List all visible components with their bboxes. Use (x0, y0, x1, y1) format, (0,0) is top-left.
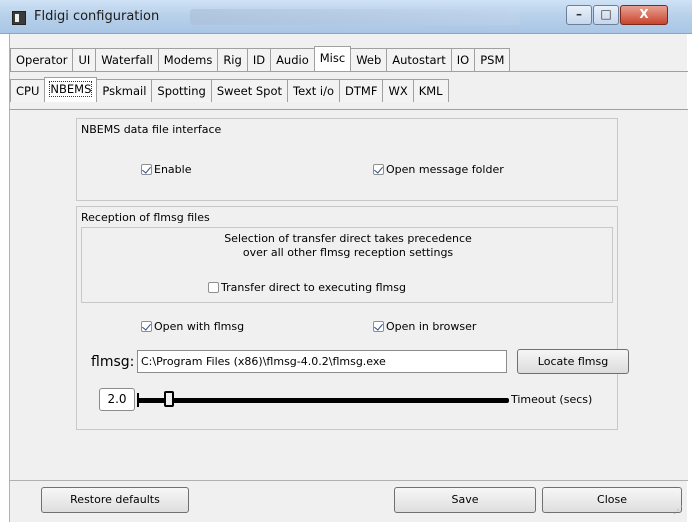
tab-ui[interactable]: UI (72, 48, 97, 71)
window-title: Fldigi configuration (34, 9, 160, 24)
open-in-browser-label: Open in browser (386, 320, 477, 333)
timeout-slider-track (137, 398, 509, 403)
app-icon (12, 11, 26, 25)
subtab-label: WX (388, 84, 408, 98)
tab-label: Autostart (392, 53, 446, 67)
tab-label: PSM (480, 53, 505, 67)
transfer-direct-checkbox[interactable]: Transfer direct to executing flmsg (208, 281, 406, 294)
reception-group-title: Reception of flmsg files (81, 211, 210, 224)
close-button[interactable]: Close (542, 487, 682, 513)
dialog-body: Operator UI Waterfall Modems Rig ID Audio Misc W… (9, 34, 688, 522)
tab-label: Waterfall (101, 53, 153, 67)
maximize-button[interactable]: □ (593, 5, 619, 25)
tab-psm[interactable]: PSM (474, 48, 511, 71)
tab-label: Audio (276, 53, 309, 67)
title-blur-area (190, 9, 520, 25)
transfer-direct-box[interactable] (208, 282, 219, 293)
tab-content-nbems: NBEMS data file interface Enable Open me… (10, 109, 688, 481)
save-button[interactable]: Save (394, 487, 536, 513)
subtab-kml[interactable]: KML (412, 79, 449, 102)
open-message-folder-checkbox[interactable]: Open message folder (373, 163, 504, 176)
subtab-spotting[interactable]: Spotting (151, 79, 212, 102)
open-in-browser-checkbox[interactable]: Open in browser (373, 320, 476, 333)
tab-label: IO (456, 53, 470, 67)
enable-checkbox-box[interactable] (141, 164, 152, 175)
nbems-group-title: NBEMS data file interface (81, 123, 222, 136)
minimize-button[interactable]: – (566, 5, 592, 25)
subtab-label: Sweet Spot (216, 84, 283, 98)
tab-waterfall[interactable]: Waterfall (95, 48, 159, 71)
flmsg-path-input[interactable]: C:\Program Files (x86)\flmsg-4.0.2\flmsg… (137, 350, 507, 373)
open-message-folder-box[interactable] (373, 164, 384, 175)
tab-misc[interactable]: Misc (313, 46, 352, 71)
transfer-direct-subgroup: Selection of transfer direct takes prece… (81, 227, 613, 303)
open-with-flmsg-label: Open with flmsg (154, 320, 245, 333)
timeout-value-input[interactable]: 2.0 (99, 388, 135, 411)
timeout-slider-thumb[interactable] (164, 391, 175, 407)
subtab-dtmf[interactable]: DTMF (339, 79, 384, 102)
subtab-label: Text i/o (293, 84, 335, 98)
restore-defaults-button[interactable]: Restore defaults (41, 487, 189, 513)
subtab-label: Pskmail (102, 84, 147, 98)
close-icon: X (639, 7, 649, 21)
resize-grip-icon[interactable]: ⋰ (673, 505, 683, 516)
nbems-group: NBEMS data file interface Enable Open me… (76, 118, 618, 201)
timeout-slider[interactable] (137, 389, 509, 411)
flmsg-path-label: flmsg: (91, 354, 135, 370)
tab-label: Modems (163, 53, 213, 67)
subtab-text-i-o[interactable]: Text i/o (287, 79, 341, 102)
main-tab-divider (10, 71, 688, 72)
tab-id[interactable]: ID (246, 48, 272, 71)
tab-label: UI (78, 53, 91, 67)
tab-web[interactable]: Web (350, 48, 388, 71)
timeout-label: Timeout (secs) (511, 393, 593, 406)
minimize-icon: – (576, 7, 582, 21)
reception-group: Reception of flmsg files Selection of tr… (76, 206, 629, 430)
slider-left-stop (137, 393, 139, 407)
enable-checkbox[interactable]: Enable (141, 163, 191, 176)
sub-tab-row: CPU NBEMS Pskmail Spotting Sweet Spot Text i/… (10, 77, 449, 102)
subtab-nbems[interactable]: NBEMS (44, 77, 98, 102)
tab-label: Misc (319, 51, 346, 65)
subtab-label: Spotting (157, 84, 206, 98)
subtab-wx[interactable]: WX (382, 79, 414, 102)
tab-operator[interactable]: Operator (10, 48, 74, 71)
tab-autostart[interactable]: Autostart (386, 48, 452, 71)
subtab-label: NBEMS (49, 81, 93, 97)
transfer-note-line1: Selection of transfer direct takes prece… (224, 232, 472, 245)
locate-flmsg-button[interactable]: Locate flmsg (517, 349, 629, 374)
subtab-label: CPU (16, 84, 40, 98)
subtab-pskmail[interactable]: Pskmail (96, 79, 153, 102)
subtab-label: DTMF (345, 84, 378, 98)
tab-label: ID (252, 53, 266, 67)
transfer-direct-label: Transfer direct to executing flmsg (221, 281, 406, 294)
title-bar: Fldigi configuration – □ X (0, 0, 692, 34)
open-message-folder-label: Open message folder (386, 163, 504, 176)
transfer-note-line2: over all other flmsg reception settings (242, 246, 454, 259)
enable-checkbox-label: Enable (154, 163, 192, 176)
tab-label: Operator (16, 53, 68, 67)
tab-rig[interactable]: Rig (217, 48, 248, 71)
close-window-button[interactable]: X (620, 5, 668, 25)
main-tab-row: Operator UI Waterfall Modems Rig ID Audio Misc W… (10, 46, 511, 71)
tab-label: Web (356, 53, 382, 67)
maximize-icon: □ (600, 7, 612, 21)
tab-label: Rig (223, 53, 242, 67)
subtab-sweet-spot[interactable]: Sweet Spot (210, 79, 289, 102)
tab-audio[interactable]: Audio (270, 48, 315, 71)
open-with-flmsg-checkbox[interactable]: Open with flmsg (141, 320, 244, 333)
open-with-flmsg-box[interactable] (141, 321, 152, 332)
subtab-cpu[interactable]: CPU (10, 79, 46, 102)
tab-io[interactable]: IO (450, 48, 476, 71)
subtab-label: KML (418, 84, 443, 98)
open-in-browser-box[interactable] (373, 321, 384, 332)
tab-modems[interactable]: Modems (157, 48, 219, 71)
